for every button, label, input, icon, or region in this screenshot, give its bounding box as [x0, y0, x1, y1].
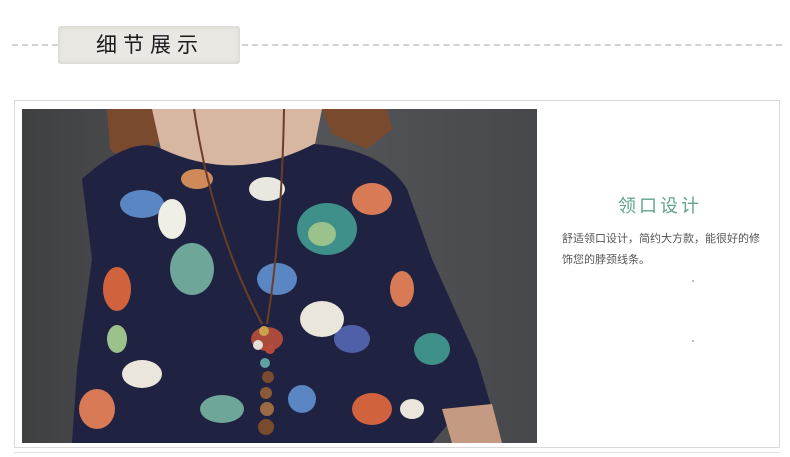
decorative-dot	[692, 340, 694, 342]
decorative-dot	[692, 280, 694, 282]
product-detail-photo	[22, 109, 537, 443]
section-title-tag: 细节展示	[58, 26, 240, 64]
header-divider-right	[242, 44, 782, 46]
section-header: 细节展示	[0, 0, 790, 95]
panel-bottom-divider	[14, 452, 780, 453]
feature-description: 舒适领口设计，简约大方款，能很好的修饰您的脖颈线条。	[562, 232, 760, 266]
feature-title: 领口设计	[618, 196, 702, 217]
section-title: 细节展示	[96, 33, 204, 57]
header-divider-left	[12, 44, 58, 46]
